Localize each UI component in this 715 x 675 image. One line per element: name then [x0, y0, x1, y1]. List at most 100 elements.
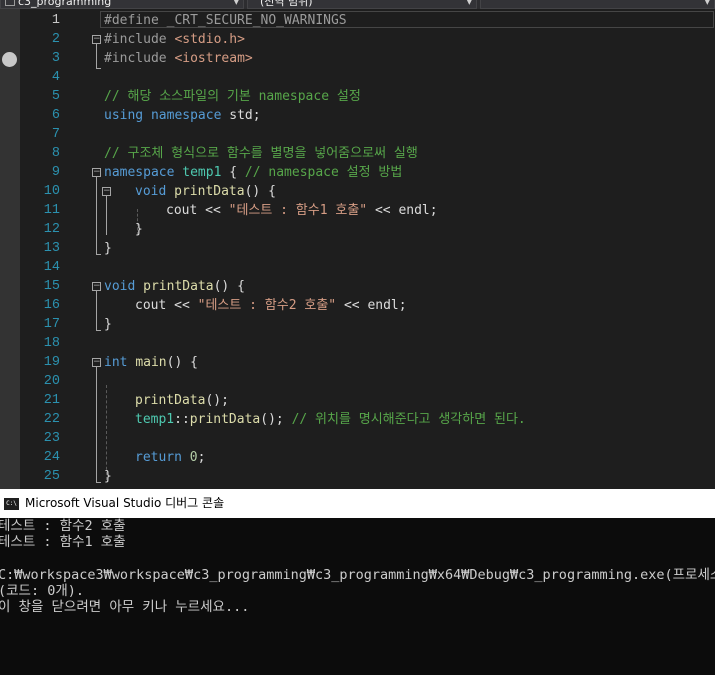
code-line[interactable]: 21 printData();: [0, 391, 715, 410]
code-string: "테스트 : 함수2 호출": [197, 298, 337, 313]
collapse-icon[interactable]: −: [92, 358, 101, 367]
collapse-icon[interactable]: −: [92, 282, 101, 291]
code-token: }: [104, 317, 112, 332]
line-number: 6: [51, 108, 60, 123]
code-line[interactable]: 22 temp1::printData(); // 위치를 명시해준다고 생각하…: [0, 410, 715, 429]
code-line[interactable]: 19 − int main() {: [0, 353, 715, 372]
code-line[interactable]: 17 }: [0, 315, 715, 334]
code-token: <<: [166, 298, 198, 313]
code-token: namespace: [150, 108, 222, 123]
code-text: #define _CRT_SECURE_NO_WARNINGS: [104, 13, 347, 28]
scope-dropdown-label: (전역 범위): [260, 0, 313, 8]
line-number: 23: [43, 431, 60, 446]
line-number: 13: [43, 241, 60, 256]
chevron-down-icon: ▼: [466, 0, 472, 6]
code-token: main: [135, 355, 167, 370]
code-line[interactable]: 20: [0, 372, 715, 391]
code-token: <<: [367, 203, 399, 218]
code-line[interactable]: 23: [0, 429, 715, 448]
code-token: () {: [166, 355, 198, 370]
line-number: 5: [51, 89, 60, 104]
code-line[interactable]: 16 cout << "테스트 : 함수2 호출" << endl;: [0, 296, 715, 315]
code-line[interactable]: 24 return 0;: [0, 448, 715, 467]
code-line[interactable]: 5 // 해당 소스파일의 기본 namespace 설정: [0, 87, 715, 106]
line-number: 1: [51, 13, 60, 28]
project-icon: [5, 0, 15, 6]
code-token: <stdio.h>: [174, 32, 245, 47]
project-dropdown[interactable]: c3_programming ▼: [0, 0, 244, 9]
code-line[interactable]: 1 #define _CRT_SECURE_NO_WARNINGS: [0, 11, 715, 30]
code-token: }: [104, 241, 112, 256]
code-token: #include: [104, 32, 175, 47]
code-token: <<: [197, 203, 229, 218]
chevron-down-icon: ▼: [704, 0, 710, 6]
code-token: }: [104, 469, 112, 484]
navigation-bar: c3_programming ▼ (전역 범위) ▼ ▼: [0, 0, 715, 9]
code-token: ();: [260, 412, 292, 427]
line-number: 15: [43, 279, 60, 294]
collapse-icon[interactable]: −: [92, 168, 101, 177]
console-output-line: 이 창을 닫으려면 아무 키나 누르세요...: [0, 599, 250, 615]
code-line[interactable]: 15 − void printData() {: [0, 277, 715, 296]
project-dropdown-label: c3_programming: [18, 0, 112, 8]
console-app-icon: C:\: [4, 498, 19, 510]
code-token: printData: [143, 279, 214, 294]
line-number: 16: [43, 298, 60, 313]
console-title: Microsoft Visual Studio 디버그 콘솔: [25, 496, 225, 510]
code-token: temp1: [182, 165, 222, 180]
code-line[interactable]: 6 using namespace std;: [0, 106, 715, 125]
line-number: 22: [43, 412, 60, 427]
chevron-down-icon: ▼: [233, 0, 239, 6]
code-token: cout: [135, 298, 167, 313]
line-number: 14: [43, 260, 60, 275]
code-line[interactable]: 25 }: [0, 467, 715, 486]
line-number: 21: [43, 393, 60, 408]
code-token: <<: [336, 298, 368, 313]
scope-dropdown[interactable]: (전역 범위) ▼: [247, 0, 477, 9]
code-line[interactable]: 13 }: [0, 239, 715, 258]
code-token: 0: [189, 450, 198, 465]
code-line[interactable]: 3 #include <iostream>: [0, 49, 715, 68]
code-line[interactable]: 11 cout << "테스트 : 함수1 호출" << endl;: [0, 201, 715, 220]
code-line[interactable]: 14: [0, 258, 715, 277]
code-token: void: [135, 184, 167, 199]
code-line[interactable]: 4: [0, 68, 715, 87]
code-line[interactable]: 12 }: [0, 220, 715, 239]
code-token: ;: [429, 203, 438, 218]
console-output-line: C:₩workspace3₩workspace₩c3_programming₩c…: [0, 567, 715, 583]
line-number: 20: [43, 374, 60, 389]
code-editor[interactable]: 1 #define _CRT_SECURE_NO_WARNINGS 2 − #i…: [0, 9, 715, 489]
line-number: 8: [51, 146, 60, 161]
code-token: int: [104, 355, 128, 370]
console-output-line: 테스트 : 함수2 호출: [0, 518, 126, 534]
code-line[interactable]: 2 − #include <stdio.h>: [0, 30, 715, 49]
code-line[interactable]: 18: [0, 334, 715, 353]
collapse-icon[interactable]: −: [92, 35, 101, 44]
code-token: <iostream>: [174, 51, 253, 66]
member-dropdown[interactable]: ▼: [480, 0, 715, 9]
code-line[interactable]: 8 // 구조체 형식으로 함수를 별명을 넣어줌으로써 실행: [0, 144, 715, 163]
code-token: ::: [174, 412, 190, 427]
line-number: 7: [51, 127, 60, 142]
code-string: "테스트 : 함수1 호출": [228, 203, 368, 218]
code-token: temp1: [135, 412, 175, 427]
code-line[interactable]: 7: [0, 125, 715, 144]
code-line[interactable]: 9 − namespace temp1 { // namespace 설정 방법: [0, 163, 715, 182]
code-token: #include: [104, 51, 175, 66]
code-token: () {: [244, 184, 276, 199]
code-token: }: [135, 222, 143, 237]
code-token: printData: [174, 184, 245, 199]
console-title-bar[interactable]: C:\ Microsoft Visual Studio 디버그 콘솔: [0, 489, 715, 518]
code-token: {: [221, 165, 245, 180]
code-token: namespace: [104, 165, 175, 180]
line-number: 11: [43, 203, 60, 218]
code-token: ;: [398, 298, 407, 313]
line-number: 9: [51, 165, 60, 180]
console-output-line: 테스트 : 함수1 호출: [0, 534, 126, 550]
collapse-icon[interactable]: −: [102, 187, 111, 196]
code-line[interactable]: 10 − void printData() {: [0, 182, 715, 201]
debug-console[interactable]: 테스트 : 함수2 호출 테스트 : 함수1 호출 C:₩workspace3₩…: [0, 518, 715, 675]
line-number: 4: [51, 70, 60, 85]
